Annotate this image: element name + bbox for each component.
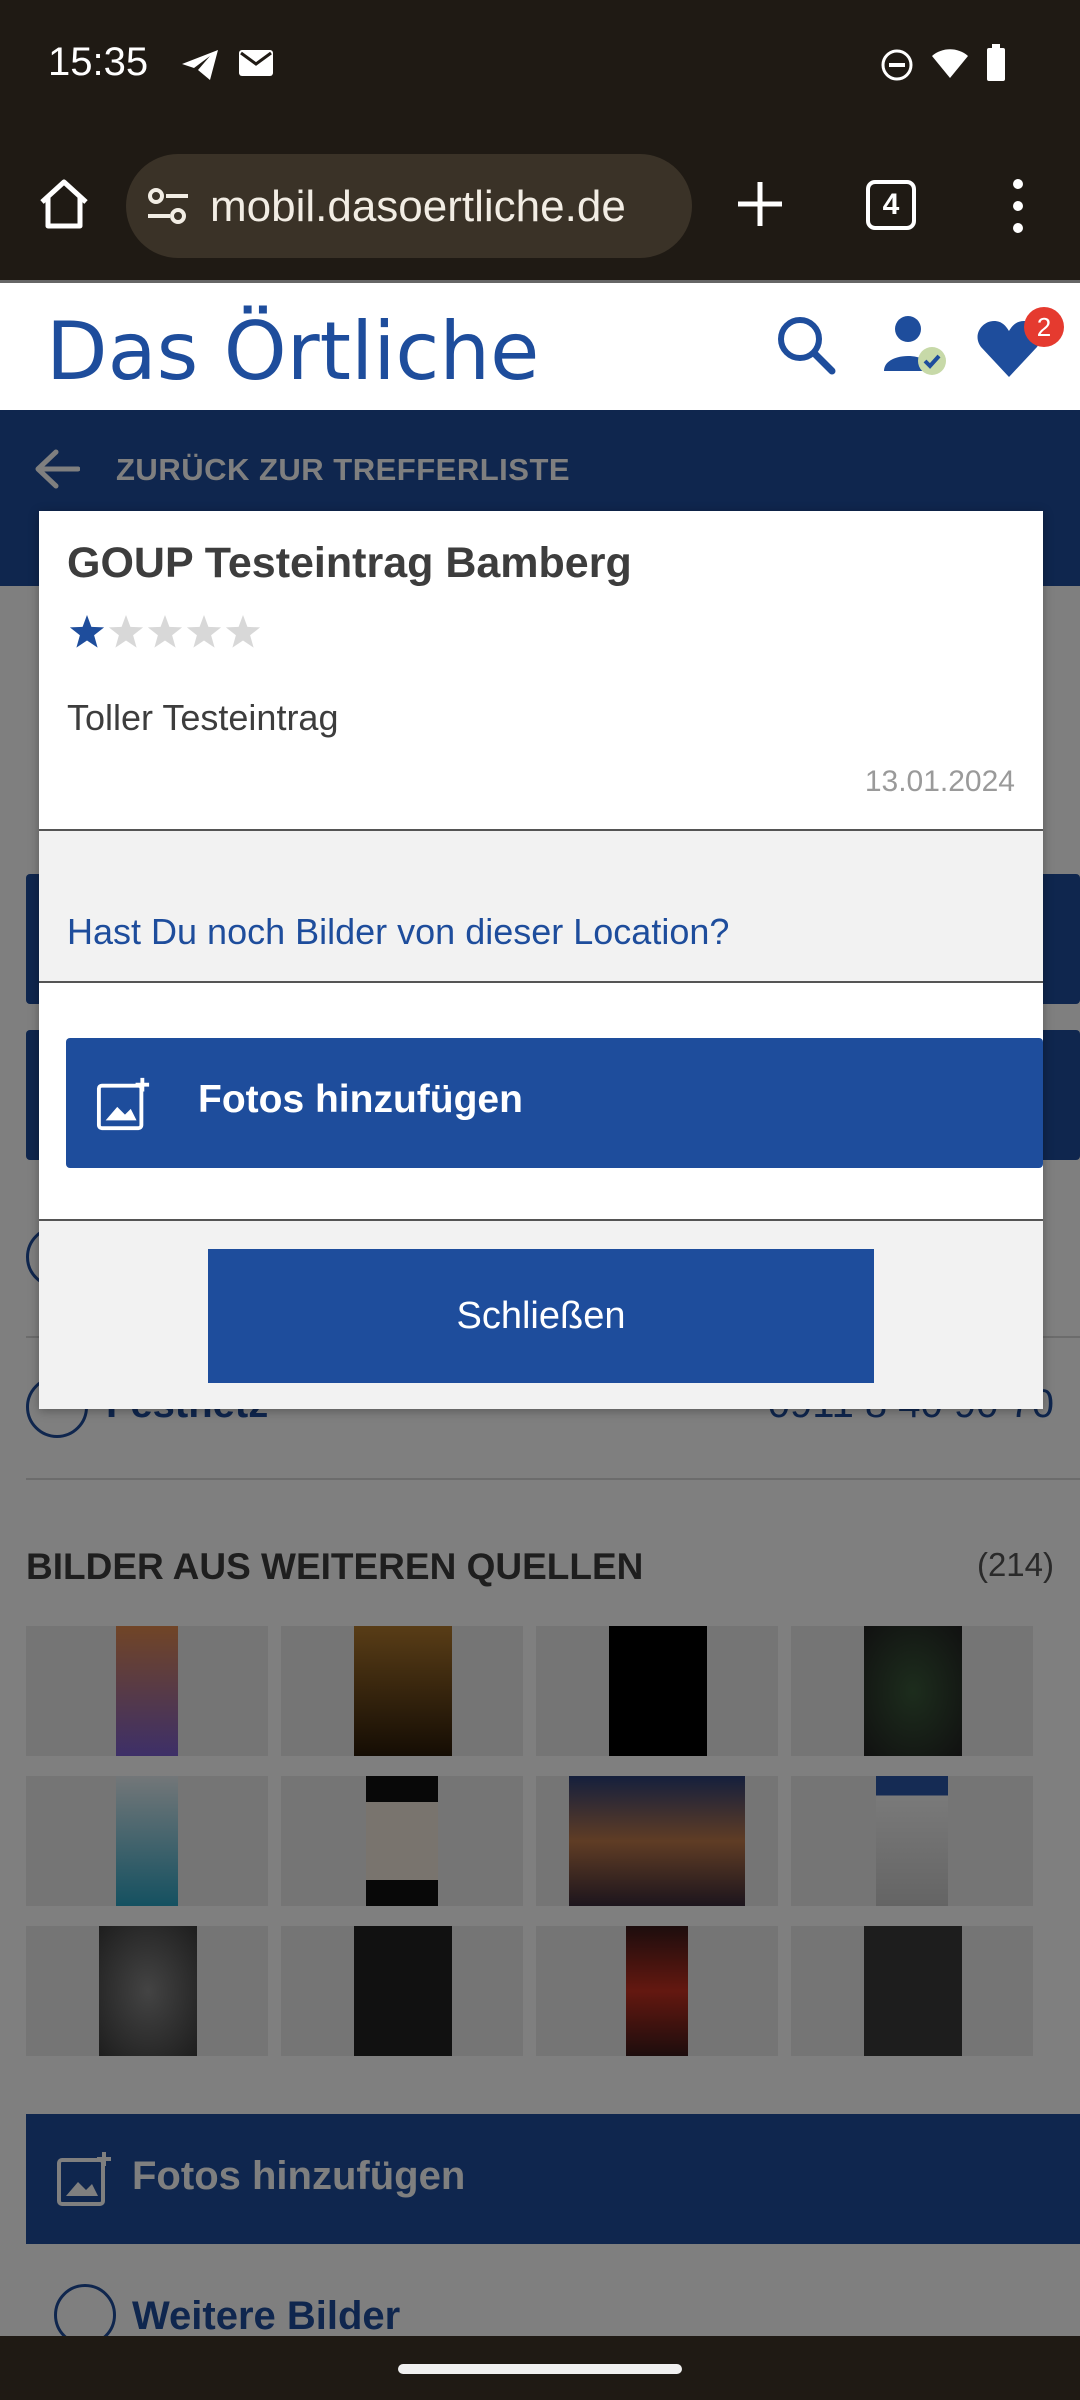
add-photos-label: Fotos hinzufügen (198, 1078, 523, 1121)
dialog-footer: Schließen (39, 1219, 1043, 1409)
review-text: Toller Testeintrag (67, 697, 339, 738)
user-account-icon[interactable] (880, 313, 952, 385)
url-text: mobil.dasoertliche.de (210, 182, 626, 231)
mail-icon (239, 50, 273, 76)
home-gesture-handle[interactable] (398, 2364, 682, 2374)
add-photo-icon (96, 1077, 150, 1131)
more-menu-icon[interactable] (1000, 176, 1036, 236)
site-settings-icon[interactable] (146, 184, 190, 228)
star-filled-icon (69, 615, 105, 648)
review-dialog: GOUP Testeintrag Bamberg Toller Testeint… (39, 511, 1043, 1409)
wifi-icon (932, 49, 968, 78)
do-not-disturb-icon (881, 49, 913, 81)
star-empty-icon (147, 615, 183, 648)
review-date: 13.01.2024 (864, 765, 1015, 798)
status-bar: 15:35 (0, 0, 1080, 130)
browser-toolbar: mobil.dasoertliche.de 4 (0, 130, 1080, 280)
battery-icon (987, 44, 1005, 81)
star-rating (67, 613, 267, 653)
site-header: Das Örtliche 2 (0, 280, 1080, 410)
photo-prompt-question: Hast Du noch Bilder von dieser Location? (67, 911, 730, 952)
star-rating-icons (69, 615, 261, 648)
add-photos-button[interactable]: Fotos hinzufügen (66, 1038, 1043, 1168)
favorites-count-badge: 2 (1024, 307, 1064, 347)
status-time: 15:35 (48, 40, 149, 84)
star-empty-icon (186, 615, 222, 648)
review-title: GOUP Testeintrag Bamberg (67, 539, 632, 587)
tab-switcher-button[interactable]: 4 (866, 180, 916, 230)
new-tab-icon[interactable] (734, 178, 786, 230)
system-nav-bar (0, 2336, 1080, 2400)
search-icon[interactable] (774, 313, 838, 377)
star-empty-icon (108, 615, 144, 648)
address-bar[interactable]: mobil.dasoertliche.de (126, 154, 692, 258)
star-empty-icon (225, 615, 261, 648)
telegram-icon (182, 50, 218, 80)
photo-prompt-section: Hast Du noch Bilder von dieser Location? (39, 829, 1043, 983)
close-button[interactable]: Schließen (208, 1249, 874, 1383)
site-logo[interactable]: Das Örtliche (46, 305, 539, 398)
home-icon[interactable] (36, 176, 92, 232)
